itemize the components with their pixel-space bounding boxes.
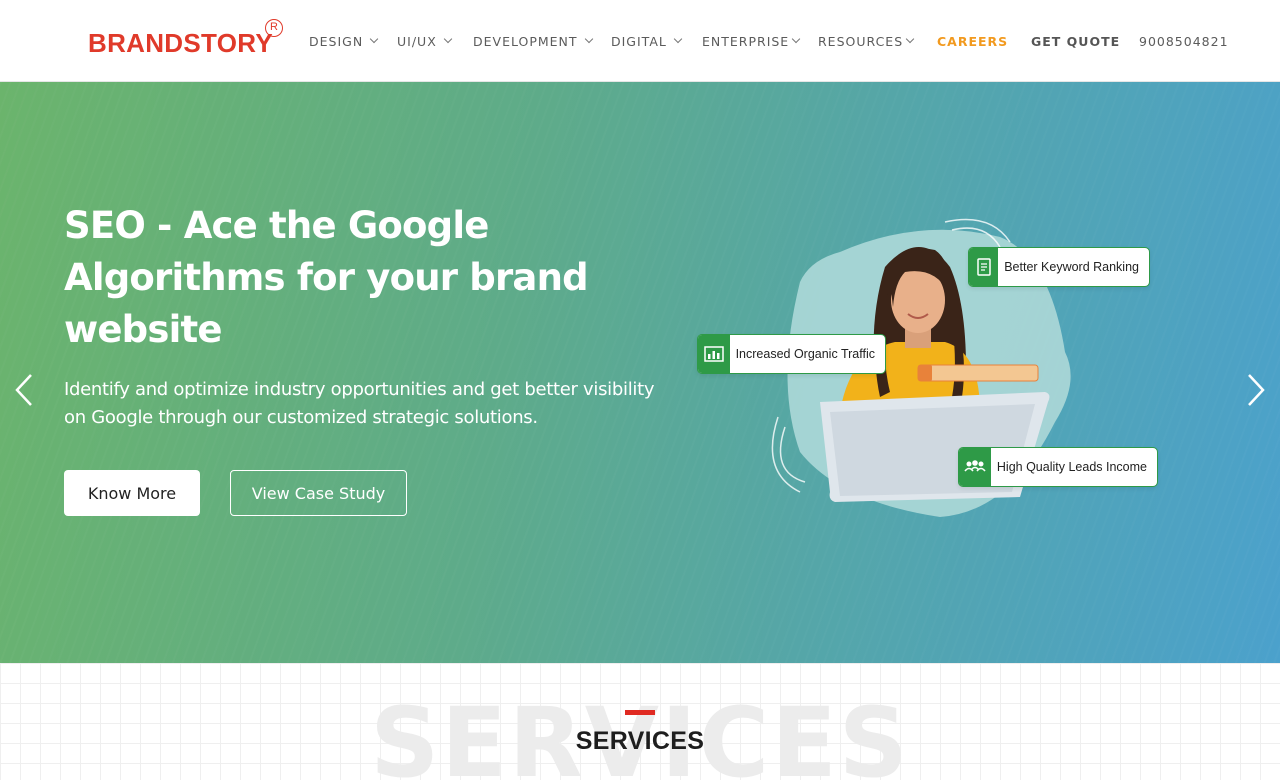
nav-item-digital[interactable]: DIGITAL xyxy=(611,33,683,49)
chevron-down-icon xyxy=(369,34,379,44)
chevron-down-icon xyxy=(443,34,453,44)
get-quote-link[interactable]: GET QUOTE xyxy=(1031,33,1120,49)
services-heading: SERVICES xyxy=(575,727,705,755)
services-section: SERVICES SERVICES xyxy=(0,663,1280,780)
nav-label: DEVELOPMENT xyxy=(473,33,578,49)
nav-item-enterprise[interactable]: ENTERPRISE xyxy=(702,33,801,49)
hero-carousel: SEO - Ace the Google Algorithms for your… xyxy=(0,82,1280,663)
nav-item-design[interactable]: DESIGN xyxy=(309,33,379,49)
badge-organic-traffic: Increased Organic Traffic xyxy=(697,334,886,374)
know-more-button[interactable]: Know More xyxy=(64,470,200,516)
section-accent-bar xyxy=(625,710,655,715)
chevron-left-icon xyxy=(15,374,32,406)
badge-keyword-ranking: Better Keyword Ranking xyxy=(968,247,1150,287)
nav-item-development[interactable]: DEVELOPMENT xyxy=(473,33,593,49)
chevron-right-icon xyxy=(1248,374,1265,406)
carousel-next-button[interactable] xyxy=(1246,372,1266,408)
badge-label: Increased Organic Traffic xyxy=(735,347,875,361)
carousel-prev-button[interactable] xyxy=(14,372,34,408)
nav-label: UI/UX xyxy=(397,33,437,49)
chart-icon xyxy=(698,335,730,373)
hero-subtitle: Identify and optimize industry opportuni… xyxy=(64,379,655,428)
site-header: BRANDSTORY R DESIGN UI/UX DEVELOPMENT DI… xyxy=(0,0,1280,82)
nav-item-resources[interactable]: RESOURCES xyxy=(818,33,915,49)
hero-illustration: Better Keyword Ranking Increased Organic… xyxy=(690,212,1170,522)
document-icon xyxy=(969,248,999,286)
nav-label: ENTERPRISE xyxy=(702,33,790,49)
nav-label: DESIGN xyxy=(309,33,364,49)
phone-number-link[interactable]: 9008504821 xyxy=(1139,33,1229,49)
people-icon xyxy=(959,448,991,486)
hero-title: SEO - Ace the Google Algorithms for your… xyxy=(64,204,589,351)
view-case-study-button[interactable]: View Case Study xyxy=(230,470,407,516)
nav-item-uiux[interactable]: UI/UX xyxy=(397,33,453,49)
badge-label: Better Keyword Ranking xyxy=(1004,260,1139,274)
brand-logo[interactable]: BRANDSTORY xyxy=(88,28,273,59)
registered-mark: R xyxy=(265,19,283,37)
badge-label: High Quality Leads Income xyxy=(996,460,1147,474)
nav-label: RESOURCES xyxy=(818,33,904,49)
nav-careers-link[interactable]: CAREERS xyxy=(937,33,1008,49)
chevron-down-icon xyxy=(905,34,915,44)
chevron-down-icon xyxy=(584,34,593,44)
chevron-down-icon xyxy=(673,34,683,44)
nav-label: DIGITAL xyxy=(611,33,667,49)
chevron-down-icon xyxy=(791,34,801,44)
badge-quality-leads: High Quality Leads Income xyxy=(958,447,1158,487)
